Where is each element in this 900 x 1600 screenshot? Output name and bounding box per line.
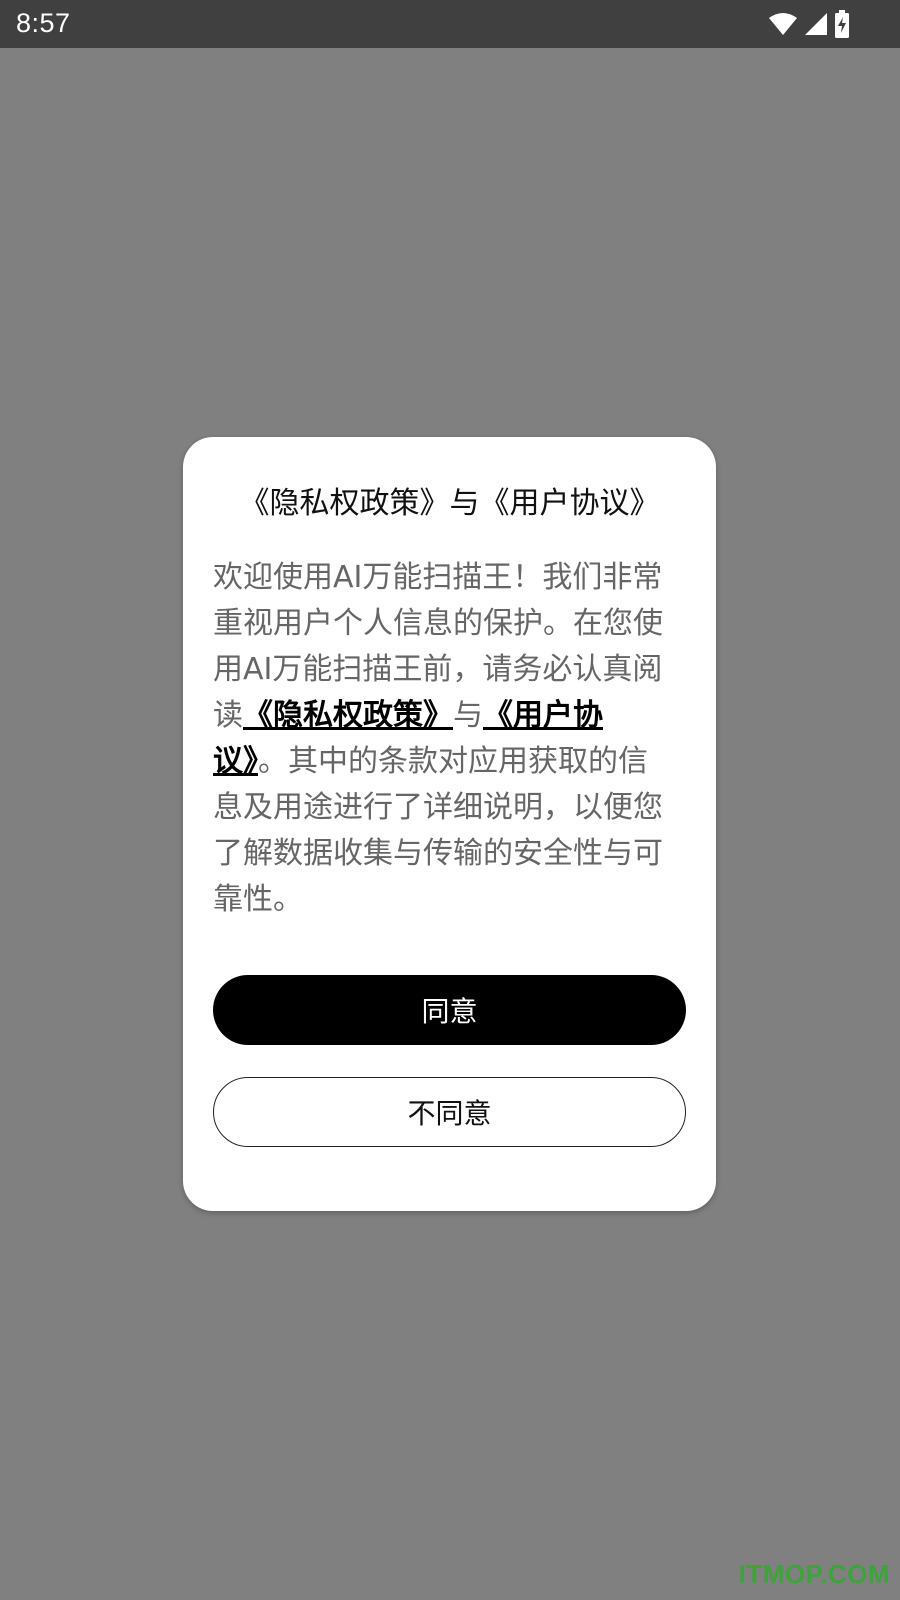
status-icons: [768, 9, 850, 39]
agree-button[interactable]: 同意: [213, 975, 686, 1045]
body-joiner-text: 与: [453, 698, 483, 733]
dialog-title: 《隐私权政策》与《用户协议》: [239, 486, 660, 521]
status-time: 8:57: [16, 8, 71, 38]
battery-charging-icon: [834, 10, 850, 38]
dialog-body: 欢迎使用AI万能扫描王！我们非常重视用户个人信息的保护。在您使用AI万能扫描王前…: [213, 555, 673, 923]
disagree-button[interactable]: 不同意: [213, 1077, 686, 1147]
body-outro-text: 。其中的条款对应用获取的信息及用途进行了详细说明，以便您了解数据收集与传输的安全…: [213, 744, 663, 917]
privacy-dialog: 《隐私权政策》与《用户协议》 欢迎使用AI万能扫描王！我们非常重视用户个人信息的…: [183, 437, 716, 1211]
privacy-policy-link[interactable]: 《隐私权政策》: [243, 698, 453, 733]
screen: 8:57 《隐私权政策》与《用户协议》 欢迎使用AI万能扫描王！我们非常重视用户…: [0, 0, 900, 1600]
watermark: ITMOP.COM: [738, 1559, 890, 1589]
cellular-signal-icon: [804, 12, 828, 36]
disagree-button-label: 不同意: [407, 1097, 492, 1130]
wifi-icon: [768, 12, 798, 36]
agree-button-label: 同意: [421, 995, 478, 1028]
status-bar: 8:57: [0, 0, 900, 48]
